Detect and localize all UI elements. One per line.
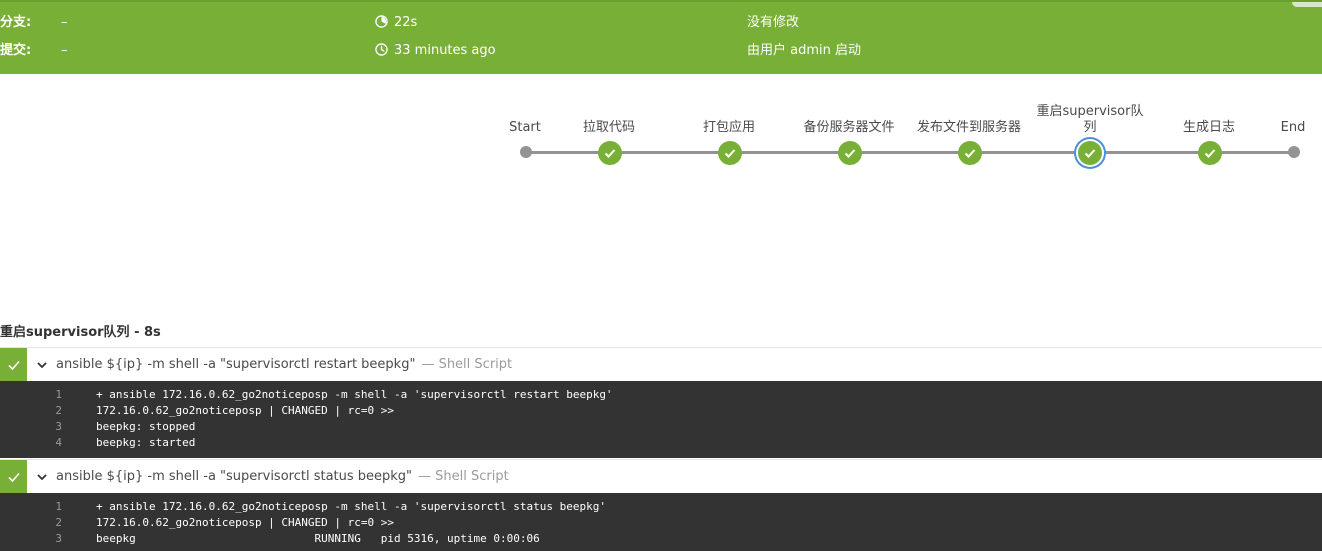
line-text: beepkg RUNNING pid 5316, uptime 0:00:06 xyxy=(96,532,540,545)
chevron-down-icon[interactable] xyxy=(35,358,49,372)
changes-summary[interactable]: 没有修改 xyxy=(747,15,799,31)
started-time-value: 33 minutes ago xyxy=(394,43,496,58)
log-step-header[interactable]: ansible ${ip} -m shell -a "supervisorctl… xyxy=(0,347,1322,381)
step-title: ansible ${ip} -m shell -a "supervisorctl… xyxy=(56,357,512,373)
duration: 22s xyxy=(375,15,417,31)
start-node xyxy=(520,146,532,158)
branch-value: – xyxy=(61,15,68,30)
checkmark-icon xyxy=(1084,149,1096,158)
log-line: 1 + ansible 172.16.0.62_go2noticeposp -m … xyxy=(0,387,1322,403)
stage-node-success[interactable] xyxy=(1198,141,1222,165)
step-type: — Shell Script xyxy=(418,469,509,484)
stage-log-title: 重启supervisor队列 - 8s xyxy=(0,325,161,340)
branch-label: 分支: xyxy=(0,15,32,30)
stage-node-selected[interactable] xyxy=(1078,141,1102,165)
cause-text: 由用户 admin 启动 xyxy=(747,43,861,58)
log-line: 3 beepkg: stopped xyxy=(0,419,1322,435)
chevron-down-icon[interactable] xyxy=(35,470,49,484)
checkmark-icon xyxy=(7,472,20,482)
stage-node-success[interactable] xyxy=(718,141,742,165)
log-line: 4 beepkg: started xyxy=(0,435,1322,451)
line-number[interactable]: 1 xyxy=(0,499,62,515)
checkmark-icon xyxy=(604,149,616,158)
line-number[interactable]: 2 xyxy=(0,515,62,531)
line-text: beepkg: started xyxy=(96,436,196,449)
stage-label[interactable]: 打包应用 xyxy=(659,120,799,136)
step-title: ansible ${ip} -m shell -a "supervisorctl… xyxy=(56,469,509,485)
log-line: 2 172.16.0.62_go2noticeposp | CHANGED | r… xyxy=(0,403,1322,419)
log-step-header[interactable]: ansible ${ip} -m shell -a "supervisorctl… xyxy=(0,459,1322,493)
line-text: 172.16.0.62_go2noticeposp | CHANGED | rc… xyxy=(96,404,395,417)
line-text: + ansible 172.16.0.62_go2noticeposp -m s… xyxy=(96,388,613,401)
step-command: ansible ${ip} -m shell -a "supervisorctl… xyxy=(56,469,413,484)
line-number[interactable]: 4 xyxy=(0,435,62,451)
line-text: beepkg: stopped xyxy=(96,420,196,433)
clock-icon xyxy=(375,43,388,56)
line-number[interactable]: 3 xyxy=(0,419,62,435)
end-node xyxy=(1288,146,1300,158)
line-text: 172.16.0.62_go2noticeposp | CHANGED | rc… xyxy=(96,516,395,529)
end-label: End xyxy=(1280,120,1306,135)
stage-label-selected[interactable]: 重启supervisor队列 xyxy=(1036,104,1144,136)
log-line: 3 beepkg RUNNING pid 5316, uptime 0:00:06 xyxy=(0,531,1322,547)
stage-node-success[interactable] xyxy=(958,141,982,165)
pipeline-graph: Start 拉取代码 打包应用 备份服务器文件 发布文件到服务器 重启super… xyxy=(0,74,1322,314)
checkmark-icon xyxy=(7,360,20,370)
line-number[interactable]: 3 xyxy=(0,531,62,547)
stage-label[interactable]: 拉取代码 xyxy=(539,120,679,136)
step-command: ansible ${ip} -m shell -a "supervisorctl… xyxy=(56,357,416,372)
commit-value: – xyxy=(61,43,68,58)
duration-value: 22s xyxy=(394,15,418,30)
log-line: 2 172.16.0.62_go2noticeposp | CHANGED | r… xyxy=(0,515,1322,531)
step-type: — Shell Script xyxy=(421,357,513,372)
stage-label[interactable]: 发布文件到服务器 xyxy=(899,120,1039,136)
stage-node-success[interactable] xyxy=(598,141,622,165)
stage-label[interactable]: 备份服务器文件 xyxy=(779,120,919,136)
pipeline-connector xyxy=(526,151,1294,154)
timer-icon xyxy=(375,15,388,28)
line-number[interactable]: 1 xyxy=(0,387,62,403)
checkmark-icon xyxy=(1204,149,1216,158)
started-time: 33 minutes ago xyxy=(375,43,496,59)
step-success-badge xyxy=(0,348,27,381)
header-corner-tab xyxy=(1292,2,1322,7)
line-text: + ansible 172.16.0.62_go2noticeposp -m s… xyxy=(96,500,606,513)
checkmark-icon xyxy=(724,149,736,158)
checkmark-icon xyxy=(844,149,856,158)
console-output: 1 + ansible 172.16.0.62_go2noticeposp -m … xyxy=(0,493,1322,551)
stage-node-success[interactable] xyxy=(838,141,862,165)
checkmark-icon xyxy=(964,149,976,158)
line-number[interactable]: 2 xyxy=(0,403,62,419)
step-success-badge xyxy=(0,460,27,493)
console-output: 1 + ansible 172.16.0.62_go2noticeposp -m … xyxy=(0,381,1322,458)
run-summary-header: 分支: – 提交: – 22s 33 minutes ago 没有修改 由用户 … xyxy=(0,0,1322,74)
log-line: 1 + ansible 172.16.0.62_go2noticeposp -m … xyxy=(0,499,1322,515)
commit-label: 提交: xyxy=(0,43,32,58)
